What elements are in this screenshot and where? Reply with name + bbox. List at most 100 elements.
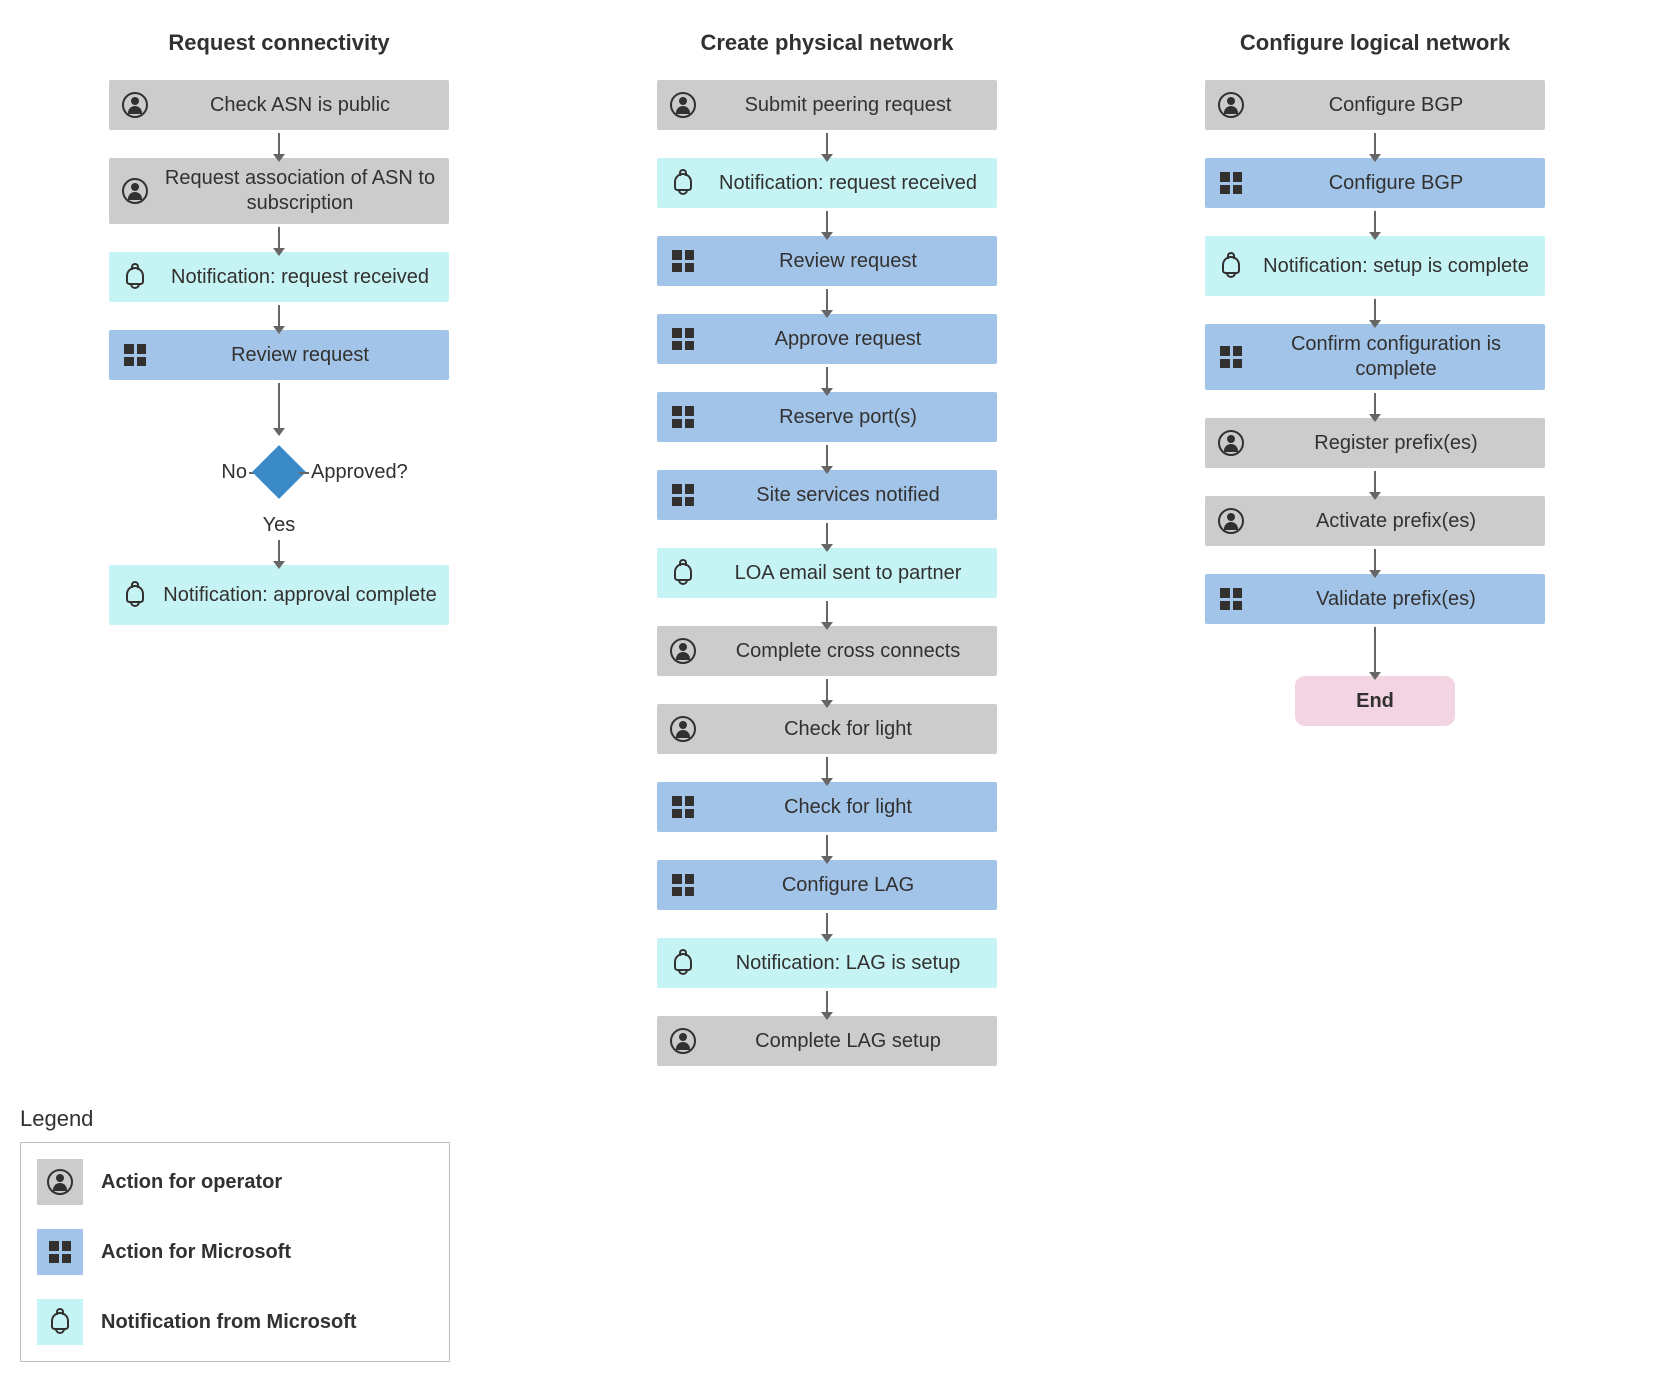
flow-step: Check for light xyxy=(657,782,997,832)
grid-icon xyxy=(1220,172,1242,194)
step-label: Reserve port(s) xyxy=(711,406,985,429)
arrow-down-icon xyxy=(278,383,280,429)
legend-swatch xyxy=(37,1229,83,1275)
column-title-1: Request connectivity xyxy=(168,30,389,56)
end-node: End xyxy=(1295,676,1455,726)
arrow-down-icon xyxy=(826,211,828,233)
flow-step: Configure BGP xyxy=(1205,80,1545,130)
arrow-down-icon xyxy=(826,835,828,857)
step-label: LOA email sent to partner xyxy=(711,562,985,585)
step-label: Configure LAG xyxy=(711,874,985,897)
grid-icon xyxy=(124,344,146,366)
step-icon xyxy=(1217,429,1245,457)
legend: Legend Action for operatorAction for Mic… xyxy=(20,1106,450,1362)
person-icon xyxy=(1218,92,1244,118)
arrow-down-icon xyxy=(278,305,280,327)
grid-icon xyxy=(672,484,694,506)
person-icon xyxy=(1218,430,1244,456)
flow-step: Site services notified xyxy=(657,470,997,520)
grid-icon xyxy=(1220,588,1242,610)
arrow-down-icon xyxy=(826,523,828,545)
bell-icon xyxy=(126,585,144,603)
column-create-physical-network: Create physical network Submit peering r… xyxy=(568,30,1086,1066)
flow-step: LOA email sent to partner xyxy=(657,548,997,598)
grid-icon xyxy=(672,406,694,428)
arrow-down-icon xyxy=(278,540,280,562)
step-label: Check ASN is public xyxy=(163,94,437,117)
step-label: Activate prefix(es) xyxy=(1259,510,1533,533)
person-icon xyxy=(670,716,696,742)
arrow-down-icon xyxy=(1374,299,1376,321)
arrow-down-icon xyxy=(826,289,828,311)
flow-step: Review request xyxy=(657,236,997,286)
flow-step: Reserve port(s) xyxy=(657,392,997,442)
bell-icon xyxy=(1222,256,1240,274)
arrow-down-icon xyxy=(826,913,828,935)
step-label: Confirm configuration is complete xyxy=(1259,332,1533,382)
arrow-down-icon xyxy=(1374,471,1376,493)
step-icon xyxy=(669,247,697,275)
flow-step: Configure LAG xyxy=(657,860,997,910)
step-icon xyxy=(1217,343,1245,371)
step-icon xyxy=(1217,252,1245,280)
grid-icon xyxy=(1220,346,1242,368)
flow-step: Notification: LAG is setup xyxy=(657,938,997,988)
column-title-2: Create physical network xyxy=(700,30,953,56)
step-icon xyxy=(669,481,697,509)
person-icon xyxy=(47,1169,73,1195)
flow-step: Check ASN is public xyxy=(109,80,449,130)
step-icon xyxy=(669,91,697,119)
step-label: Notification: approval complete xyxy=(163,583,437,608)
step-icon xyxy=(1217,91,1245,119)
step-label: Approve request xyxy=(711,328,985,351)
step-icon xyxy=(669,325,697,353)
flow-step: Activate prefix(es) xyxy=(1205,496,1545,546)
arrow-down-icon xyxy=(826,367,828,389)
flow-step: Submit peering request xyxy=(657,80,997,130)
step-icon xyxy=(669,1027,697,1055)
step-label: Validate prefix(es) xyxy=(1259,588,1533,611)
grid-icon xyxy=(672,796,694,818)
legend-row: Action for Microsoft xyxy=(37,1229,433,1275)
legend-label: Action for Microsoft xyxy=(101,1241,291,1264)
flow-step: Complete LAG setup xyxy=(657,1016,997,1066)
legend-label: Notification from Microsoft xyxy=(101,1311,357,1334)
step-label: Complete LAG setup xyxy=(711,1030,985,1053)
legend-row: Action for operator xyxy=(37,1159,433,1205)
diamond-icon xyxy=(252,445,306,499)
bell-icon xyxy=(674,563,692,581)
step-label: Notification: setup is complete xyxy=(1259,254,1533,279)
step-label: Notification: LAG is setup xyxy=(711,952,985,975)
bell-icon xyxy=(126,267,144,285)
person-icon xyxy=(670,1028,696,1054)
step-icon xyxy=(1217,507,1245,535)
step-icon xyxy=(669,793,697,821)
step-label: Check for light xyxy=(711,796,985,819)
step-icon xyxy=(121,91,149,119)
legend-swatch xyxy=(37,1299,83,1345)
step-icon xyxy=(669,559,697,587)
step-label: Configure BGP xyxy=(1259,94,1533,117)
flow-step: Request association of ASN to subscripti… xyxy=(109,158,449,224)
person-icon xyxy=(670,92,696,118)
legend-row: Notification from Microsoft xyxy=(37,1299,433,1345)
arrow-down-icon xyxy=(278,133,280,155)
step-label: Notification: request received xyxy=(711,172,985,195)
step-icon xyxy=(121,177,149,205)
flow-step: Notification: request received xyxy=(109,252,449,302)
flow-step: Complete cross connects xyxy=(657,626,997,676)
arrow-down-icon xyxy=(826,133,828,155)
person-icon xyxy=(1218,508,1244,534)
step-label: Submit peering request xyxy=(711,94,985,117)
step-label: Notification: request received xyxy=(163,266,437,289)
step-label: Review request xyxy=(711,250,985,273)
grid-icon xyxy=(672,328,694,350)
flow-step: Notification: setup is complete xyxy=(1205,236,1545,296)
step-icon xyxy=(121,341,149,369)
flow-step: Configure BGP xyxy=(1205,158,1545,208)
person-icon xyxy=(670,638,696,664)
step-icon xyxy=(669,949,697,977)
arrow-down-icon xyxy=(826,757,828,779)
decision-approved: No Approved? xyxy=(109,432,449,512)
step-label: Register prefix(es) xyxy=(1259,432,1533,455)
